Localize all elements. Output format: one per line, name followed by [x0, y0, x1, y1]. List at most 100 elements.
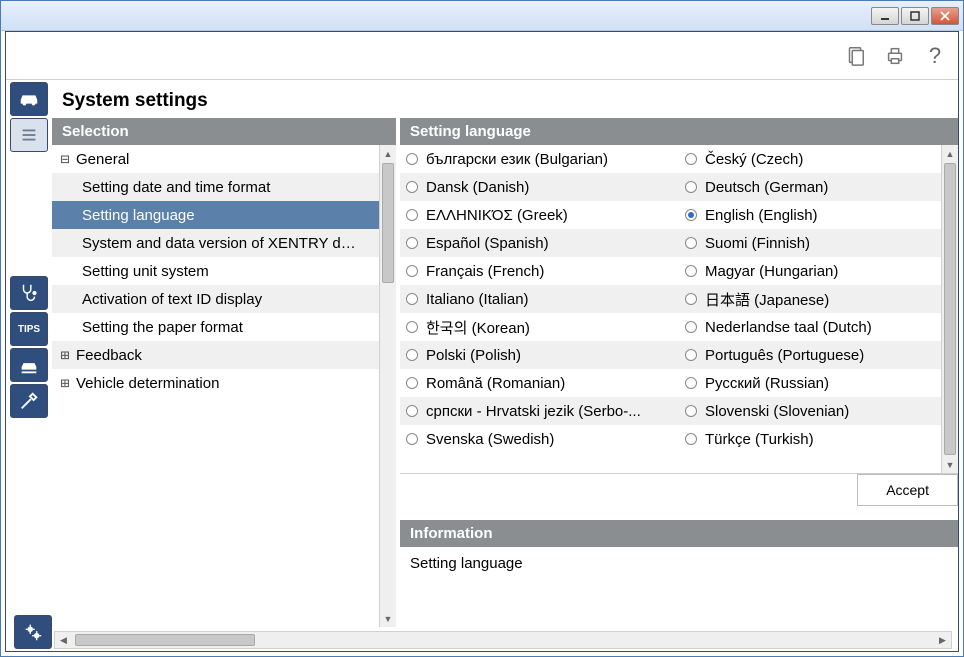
language-scrollbar[interactable]: ▲▼: [941, 145, 958, 473]
tree-item[interactable]: Setting date and time format: [52, 173, 396, 201]
tree-item-label: Feedback: [76, 347, 142, 364]
tree-item-label: System and data version of XENTRY d…: [82, 235, 356, 252]
documents-icon[interactable]: [844, 45, 866, 67]
language-header: Setting language: [400, 118, 958, 145]
tree-item[interactable]: Setting unit system: [52, 257, 396, 285]
radio-icon[interactable]: [406, 209, 418, 221]
print-icon[interactable]: [884, 45, 906, 67]
accept-button[interactable]: Accept: [857, 474, 958, 506]
top-toolbar: ?: [6, 32, 958, 80]
language-option[interactable]: 日本語 (Japanese): [679, 285, 958, 313]
radio-icon[interactable]: [406, 153, 418, 165]
radio-icon[interactable]: [685, 209, 697, 221]
information-body: Setting language: [400, 547, 958, 627]
radio-icon[interactable]: [685, 433, 697, 445]
horizontal-scrollbar[interactable]: ◀▶: [54, 631, 952, 649]
rail-tool-icon[interactable]: [10, 384, 48, 418]
rail-diagnosis-icon[interactable]: [10, 276, 48, 310]
rail-settings-icon[interactable]: [14, 615, 52, 649]
selection-tree: ⊟GeneralSetting date and time format Sett…: [52, 145, 396, 627]
language-option[interactable]: Český (Czech): [679, 145, 958, 173]
radio-icon[interactable]: [406, 237, 418, 249]
language-option[interactable]: Español (Spanish): [400, 229, 679, 257]
radio-icon[interactable]: [406, 377, 418, 389]
language-option[interactable]: Русский (Russian): [679, 369, 958, 397]
tree-item[interactable]: ⊞Vehicle determination: [52, 369, 396, 397]
radio-icon[interactable]: [685, 237, 697, 249]
radio-icon[interactable]: [685, 321, 697, 333]
tree-item[interactable]: System and data version of XENTRY d…: [52, 229, 396, 257]
window-close-button[interactable]: [931, 7, 959, 25]
language-option[interactable]: Deutsch (German): [679, 173, 958, 201]
radio-icon[interactable]: [685, 181, 697, 193]
expander-icon[interactable]: ⊞: [58, 346, 72, 364]
language-option[interactable]: Français (French): [400, 257, 679, 285]
language-option[interactable]: Svenska (Swedish): [400, 425, 679, 453]
window-maximize-button[interactable]: [901, 7, 929, 25]
radio-icon[interactable]: [685, 153, 697, 165]
tree-scrollbar[interactable]: ▲▼: [379, 145, 396, 627]
tree-item[interactable]: Setting the paper format: [52, 313, 396, 341]
language-label: Svenska (Swedish): [426, 431, 554, 448]
language-label: Slovenski (Slovenian): [705, 403, 849, 420]
rail-vehicle-icon[interactable]: [10, 82, 48, 116]
radio-icon[interactable]: [685, 349, 697, 361]
language-label: Suomi (Finnish): [705, 235, 810, 252]
tree-item[interactable]: Activation of text ID display: [52, 285, 396, 313]
tree-item[interactable]: Setting language: [52, 201, 396, 229]
radio-icon[interactable]: [406, 293, 418, 305]
radio-icon[interactable]: [406, 265, 418, 277]
tree-item-label: Setting unit system: [82, 263, 209, 280]
language-option[interactable]: български език (Bulgarian): [400, 145, 679, 173]
language-label: Dansk (Danish): [426, 179, 529, 196]
language-option[interactable]: Polski (Polish): [400, 341, 679, 369]
radio-icon[interactable]: [406, 349, 418, 361]
language-option[interactable]: Türkçe (Turkish): [679, 425, 958, 453]
radio-icon[interactable]: [685, 405, 697, 417]
tree-item[interactable]: ⊟General: [52, 145, 396, 173]
language-option[interactable]: ΕΛΛΗΝΙΚΌΣ (Greek): [400, 201, 679, 229]
language-label: български език (Bulgarian): [426, 151, 608, 168]
language-label: 日本語 (Japanese): [705, 289, 829, 310]
language-label: Italiano (Italian): [426, 291, 529, 308]
language-label: Deutsch (German): [705, 179, 828, 196]
radio-icon[interactable]: [406, 433, 418, 445]
language-option[interactable]: Slovenski (Slovenian): [679, 397, 958, 425]
rail-list-icon[interactable]: [10, 118, 48, 152]
window-minimize-button[interactable]: [871, 7, 899, 25]
expander-icon[interactable]: ⊞: [58, 374, 72, 392]
radio-icon[interactable]: [685, 377, 697, 389]
language-label: српски - Hrvatski jezik (Serbo-...: [426, 403, 641, 420]
language-label: ΕΛΛΗΝΙΚΌΣ (Greek): [426, 207, 568, 224]
radio-icon[interactable]: [406, 405, 418, 417]
language-option[interactable]: Nederlandse taal (Dutch): [679, 313, 958, 341]
language-option[interactable]: Português (Portuguese): [679, 341, 958, 369]
expander-icon[interactable]: ⊟: [58, 150, 72, 168]
rail-car-lift-icon[interactable]: [10, 348, 48, 382]
tree-item-label: Setting the paper format: [82, 319, 243, 336]
language-label: Français (French): [426, 263, 544, 280]
radio-icon[interactable]: [685, 293, 697, 305]
tree-item[interactable]: ⊞Feedback: [52, 341, 396, 369]
language-label: English (English): [705, 207, 818, 224]
language-option[interactable]: 한국의 (Korean): [400, 313, 679, 341]
language-option[interactable]: English (English): [679, 201, 958, 229]
language-option[interactable]: српски - Hrvatski jezik (Serbo-...: [400, 397, 679, 425]
language-label: Nederlandse taal (Dutch): [705, 319, 872, 336]
language-option[interactable]: Română (Romanian): [400, 369, 679, 397]
language-option[interactable]: Italiano (Italian): [400, 285, 679, 313]
icon-rail: TIPS: [6, 80, 52, 627]
language-option[interactable]: Suomi (Finnish): [679, 229, 958, 257]
language-label: Español (Spanish): [426, 235, 549, 252]
language-option[interactable]: Magyar (Hungarian): [679, 257, 958, 285]
radio-icon[interactable]: [685, 265, 697, 277]
radio-icon[interactable]: [406, 181, 418, 193]
language-label: Română (Romanian): [426, 375, 565, 392]
tree-item-label: Setting language: [82, 207, 195, 224]
radio-icon[interactable]: [406, 321, 418, 333]
language-option[interactable]: Dansk (Danish): [400, 173, 679, 201]
rail-tips-icon[interactable]: TIPS: [10, 312, 48, 346]
page-title: System settings: [52, 80, 958, 118]
help-icon[interactable]: ?: [924, 45, 946, 67]
language-label: Český (Czech): [705, 151, 803, 168]
